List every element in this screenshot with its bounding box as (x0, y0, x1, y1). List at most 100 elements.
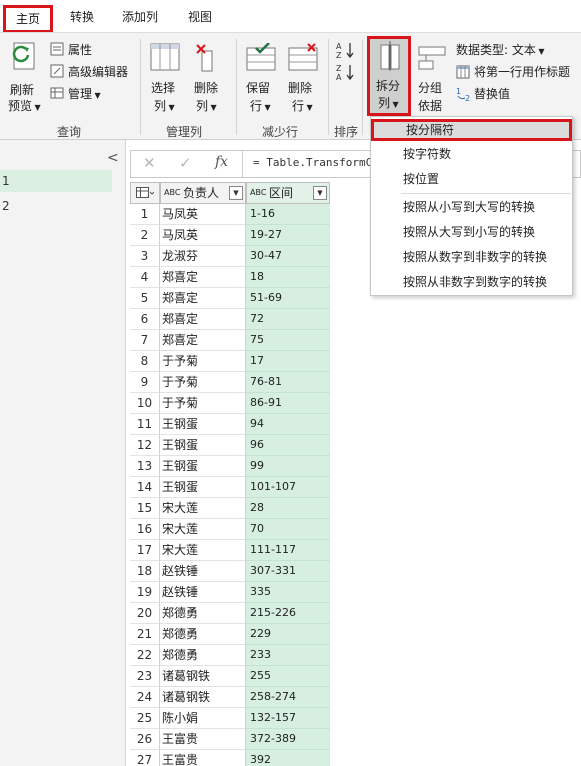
svg-text:A: A (336, 73, 342, 81)
row-index: 9 (130, 372, 160, 393)
row-index: 11 (130, 414, 160, 435)
table-row[interactable]: 10 于予菊 86-91 (130, 393, 330, 414)
cell-owner: 王钢蛋 (160, 456, 246, 477)
tab-home[interactable]: 主页 (3, 5, 53, 33)
table-row[interactable]: 21 郑德勇 229 (130, 624, 330, 645)
cell-range: 72 (246, 309, 330, 330)
cell-range: 86-91 (246, 393, 330, 414)
table-row[interactable]: 25 陈小娟 132-157 (130, 708, 330, 729)
use-first-row-button[interactable]: 将第一行用作标题 (456, 63, 581, 81)
row-index: 13 (130, 456, 160, 477)
table-row[interactable]: 20 郑德勇 215-226 (130, 603, 330, 624)
keep-rows-button[interactable]: 保留 行 ▼ (242, 39, 280, 119)
cell-range: 111-117 (246, 540, 330, 561)
menu-item-nondigit-to-digit[interactable]: 按照从非数字到数字的转换 (371, 271, 572, 293)
cell-range: 28 (246, 498, 330, 519)
table-row[interactable]: 12 王钢蛋 96 (130, 435, 330, 456)
table-row[interactable]: 13 王钢蛋 99 (130, 456, 330, 477)
table-row[interactable]: 19 赵铁锤 335 (130, 582, 330, 603)
fx-icon[interactable]: fx (215, 154, 228, 170)
cancel-icon[interactable]: ✕ (143, 154, 156, 172)
table-row[interactable]: 22 郑德勇 233 (130, 645, 330, 666)
table-row[interactable]: 7 郑喜定 75 (130, 330, 330, 351)
menu-item-digit-to-nondigit[interactable]: 按照从数字到非数字的转换 (371, 246, 572, 268)
tab-view[interactable]: 视图 (186, 6, 214, 30)
cell-owner: 郑喜定 (160, 309, 246, 330)
cell-owner: 郑德勇 (160, 645, 246, 666)
row-index: 3 (130, 246, 160, 267)
menu-item-lower-to-upper[interactable]: 按照从小写到大写的转换 (371, 196, 572, 218)
cell-range: 18 (246, 267, 330, 288)
keep-rows-icon (246, 43, 276, 71)
choose-columns-label-1: 选择 (151, 81, 176, 95)
table-row[interactable]: 27 王富贵 392 (130, 750, 330, 766)
manage-button[interactable]: 管理 ▼ (50, 85, 110, 103)
table-row[interactable]: 1 马凤英 1-16 (130, 204, 330, 225)
advanced-editor-icon (50, 64, 64, 78)
table-row[interactable]: 23 诸葛钢铁 255 (130, 666, 330, 687)
menu-item-upper-to-lower[interactable]: 按照从大写到小写的转换 (371, 221, 572, 243)
remove-columns-button[interactable]: 删除 列 ▼ (188, 39, 226, 119)
cell-owner: 王钢蛋 (160, 477, 246, 498)
cell-range: 30-47 (246, 246, 330, 267)
tab-transform[interactable]: 转换 (68, 6, 96, 30)
table-row[interactable]: 6 郑喜定 72 (130, 309, 330, 330)
confirm-icon[interactable]: ✓ (179, 154, 192, 172)
menu-item-by-num-chars[interactable]: 按字符数 (371, 143, 572, 165)
advanced-editor-button[interactable]: 高级编辑器 (50, 63, 135, 81)
row-index: 21 (130, 624, 160, 645)
remove-columns-label-2: 列 (196, 99, 209, 113)
sort-descending-button[interactable]: ZA (336, 63, 356, 82)
row-index: 26 (130, 729, 160, 750)
table-row[interactable]: 26 王富贵 372-389 (130, 729, 330, 750)
table-row[interactable]: 9 于予菊 76-81 (130, 372, 330, 393)
table-row[interactable]: 2 马凤英 19-27 (130, 225, 330, 246)
split-column-menu: 按分隔符 按字符数 按位置 按照从小写到大写的转换 按照从大写到小写的转换 按照… (370, 116, 573, 296)
row-index: 16 (130, 519, 160, 540)
table-corner-menu[interactable] (130, 182, 160, 204)
table-row[interactable]: 18 赵铁锤 307-331 (130, 561, 330, 582)
properties-button[interactable]: 属性 (50, 41, 130, 59)
formula-input[interactable]: = Table.TransformC (253, 156, 372, 169)
cell-range: 258-274 (246, 687, 330, 708)
query-item[interactable]: 2 (0, 195, 112, 217)
chevron-left-icon[interactable]: < (107, 150, 119, 166)
table-row[interactable]: 16 宋大莲 70 (130, 519, 330, 540)
filter-dropdown-icon[interactable]: ▼ (313, 186, 327, 200)
row-index: 15 (130, 498, 160, 519)
table-row[interactable]: 24 诸葛钢铁 258-274 (130, 687, 330, 708)
remove-rows-button[interactable]: 删除 行 ▼ (284, 39, 322, 119)
query-item[interactable]: 1 (0, 170, 112, 192)
table-row[interactable]: 8 于予菊 17 (130, 351, 330, 372)
group-by-button[interactable]: 分组 依据 (415, 39, 449, 119)
replace-values-label: 替换值 (474, 87, 511, 101)
choose-columns-button[interactable]: 选择 列 ▼ (146, 39, 184, 119)
table-row[interactable]: 3 龙淑芬 30-47 (130, 246, 330, 267)
replace-values-button[interactable]: 12 替换值 (456, 85, 536, 103)
tab-add-column[interactable]: 添加列 (120, 6, 160, 30)
row-index: 14 (130, 477, 160, 498)
table-row[interactable]: 15 宋大莲 28 (130, 498, 330, 519)
menu-item-by-positions[interactable]: 按位置 (371, 168, 572, 190)
sort-ascending-button[interactable]: AZ (336, 41, 356, 60)
cell-owner: 马凤英 (160, 225, 246, 246)
cell-owner: 郑喜定 (160, 288, 246, 309)
table-row[interactable]: 4 郑喜定 18 (130, 267, 330, 288)
column-header-range[interactable]: ABC 区间 ▼ (246, 182, 330, 204)
ribbon-tab-bar: 主页 转换 添加列 视图 (0, 0, 581, 33)
table-row[interactable]: 11 王钢蛋 94 (130, 414, 330, 435)
row-index: 17 (130, 540, 160, 561)
table-row[interactable]: 14 王钢蛋 101-107 (130, 477, 330, 498)
filter-dropdown-icon[interactable]: ▼ (229, 186, 243, 200)
menu-item-by-delimiter[interactable]: 按分隔符 (371, 119, 572, 141)
split-column-button[interactable]: 拆分 列 ▼ (367, 36, 411, 116)
data-type-dropdown[interactable]: 数据类型: 文本 ▼ (456, 41, 576, 59)
cell-range: 96 (246, 435, 330, 456)
table-row[interactable]: 5 郑喜定 51-69 (130, 288, 330, 309)
row-index: 23 (130, 666, 160, 687)
refresh-preview-button[interactable]: 刷新 预览 ▼ (6, 39, 46, 119)
column-header-owner[interactable]: ABC 负责人 ▼ (160, 182, 246, 204)
cell-owner: 于予菊 (160, 351, 246, 372)
remove-rows-icon (288, 43, 318, 71)
table-row[interactable]: 17 宋大莲 111-117 (130, 540, 330, 561)
